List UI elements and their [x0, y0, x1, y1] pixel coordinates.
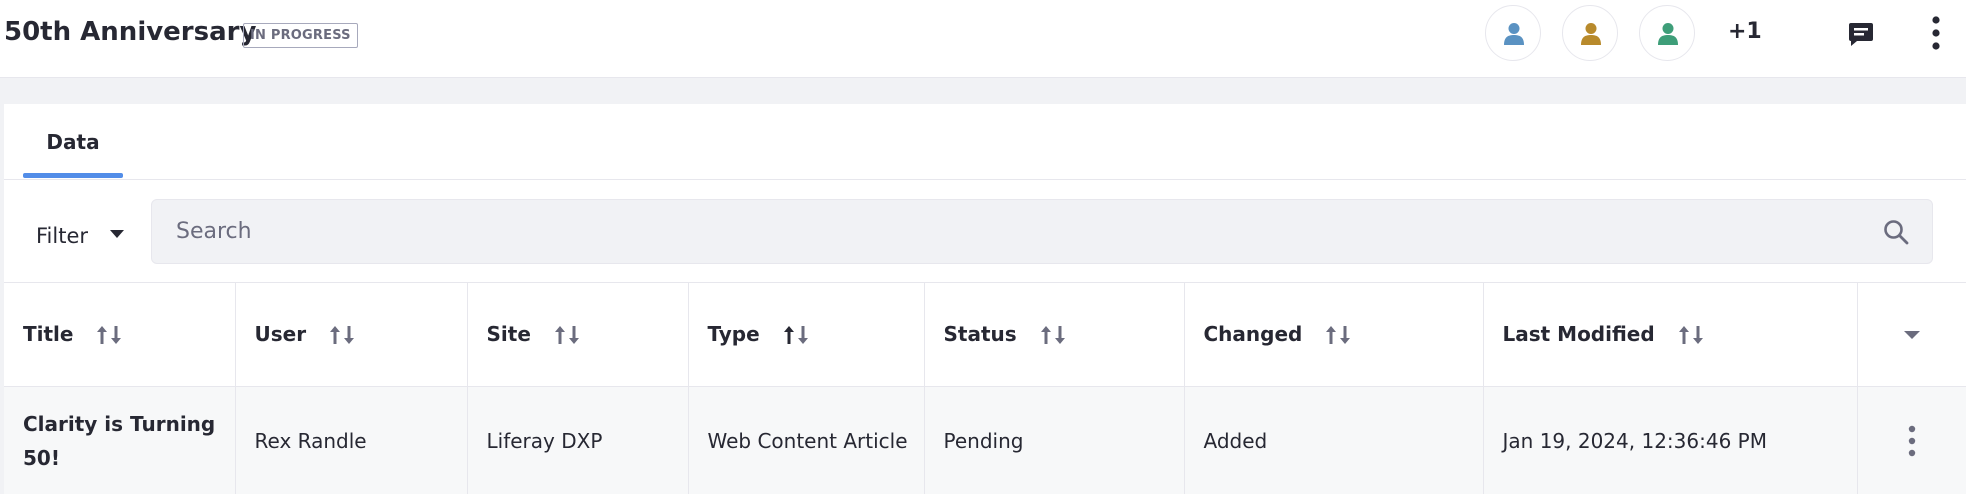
column-header-changed[interactable]: Changed — [1184, 282, 1484, 387]
options-button[interactable] — [1922, 14, 1950, 52]
table-row[interactable]: Clarity is Turning 50! Rex Randle Lifera… — [4, 386, 1966, 494]
cell-user: Rex Randle — [235, 386, 468, 494]
row-actions-cell — [1857, 386, 1966, 494]
filter-dropdown[interactable]: Filter — [36, 216, 88, 256]
column-header-status[interactable]: Status — [924, 282, 1185, 387]
sort-icon[interactable] — [1039, 323, 1067, 347]
search-icon[interactable] — [1882, 218, 1910, 246]
user-icon — [1658, 23, 1678, 45]
sort-ascending-icon[interactable] — [782, 323, 810, 347]
comment-icon — [1849, 23, 1873, 46]
more-avatars-count[interactable]: +1 — [1728, 17, 1762, 47]
comments-button[interactable] — [1845, 18, 1877, 50]
column-options-header[interactable] — [1857, 282, 1966, 387]
cell-last-modified: Jan 19, 2024, 12:36:46 PM — [1483, 386, 1858, 494]
user-icon — [1504, 23, 1524, 45]
cell-title[interactable]: Clarity is Turning 50! — [4, 386, 236, 494]
cell-type: Web Content Article — [688, 386, 925, 494]
avatar[interactable] — [1562, 5, 1618, 61]
caret-down-icon[interactable] — [1902, 325, 1922, 345]
sort-icon[interactable] — [1677, 323, 1705, 347]
column-header-site[interactable]: Site — [467, 282, 689, 387]
search-input[interactable] — [176, 200, 1836, 263]
tab-bar: Data — [4, 104, 1966, 180]
search-bar[interactable] — [151, 199, 1933, 264]
caret-down-icon[interactable] — [108, 225, 126, 243]
avatar[interactable] — [1485, 5, 1541, 61]
sort-icon[interactable] — [328, 323, 356, 347]
sort-icon[interactable] — [553, 323, 581, 347]
cell-status: Pending — [924, 386, 1185, 494]
cell-changed: Added — [1184, 386, 1484, 494]
cell-site: Liferay DXP — [467, 386, 689, 494]
main-card: Data Filter Title User Site — [4, 104, 1966, 494]
status-badge: IN PROGRESS — [243, 23, 358, 48]
active-tab-indicator — [23, 173, 123, 178]
avatar[interactable] — [1639, 5, 1695, 61]
column-header-title[interactable]: Title — [4, 282, 236, 387]
tab-data[interactable]: Data — [23, 104, 123, 180]
table-header-row: Title User Site Type Status Changed Last… — [4, 282, 1966, 387]
column-header-last-modified[interactable]: Last Modified — [1483, 282, 1858, 387]
changes-table: Title User Site Type Status Changed Last… — [4, 282, 1966, 494]
top-header-bar: 50th Anniversary IN PROGRESS +1 — [0, 0, 1966, 78]
user-icon — [1581, 23, 1601, 45]
kebab-vertical-icon — [1932, 16, 1940, 50]
column-header-type[interactable]: Type — [688, 282, 925, 387]
sort-icon[interactable] — [95, 323, 123, 347]
page-title: 50th Anniversary — [4, 17, 257, 47]
sort-icon[interactable] — [1324, 323, 1352, 347]
kebab-vertical-icon[interactable] — [1902, 421, 1922, 461]
column-header-user[interactable]: User — [235, 282, 468, 387]
